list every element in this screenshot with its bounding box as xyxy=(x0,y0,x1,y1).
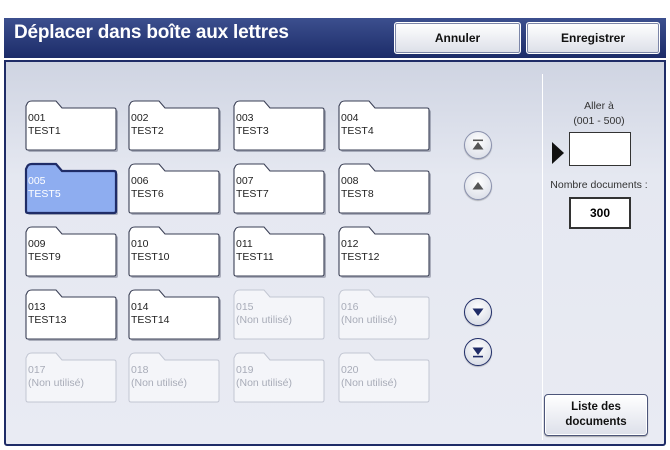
folder-number: 012 xyxy=(341,238,359,250)
folder-name: TEST7 xyxy=(236,188,269,200)
save-button[interactable]: Enregistrer xyxy=(526,22,660,54)
folder-019[interactable]: 019 (Non utilisé) xyxy=(230,350,328,404)
dialog-window: Déplacer dans boîte aux lettres Annuler … xyxy=(4,4,666,446)
folder-011[interactable]: 011 TEST11 xyxy=(230,224,328,278)
goto-label: Aller à xyxy=(584,100,614,112)
folder-017[interactable]: 017 (Non utilisé) xyxy=(22,350,120,404)
folder-name: TEST8 xyxy=(341,188,374,200)
folder-020[interactable]: 020 (Non utilisé) xyxy=(335,350,433,404)
folder-number: 009 xyxy=(28,238,46,250)
scroll-down-icon xyxy=(472,308,484,316)
folder-number: 013 xyxy=(28,301,46,313)
folder-001[interactable]: 001 TEST1 xyxy=(22,98,120,152)
scroll-to-bottom-button[interactable] xyxy=(464,338,492,366)
folder-015[interactable]: 015 (Non utilisé) xyxy=(230,287,328,341)
folder-013[interactable]: 013 TEST13 xyxy=(22,287,120,341)
folder-number: 005 xyxy=(28,175,46,187)
folder-002[interactable]: 002 TEST2 xyxy=(125,98,223,152)
goto-range: (001 - 500) xyxy=(573,115,625,127)
folder-number: 014 xyxy=(131,301,149,313)
side-panel xyxy=(542,74,665,440)
folder-number: 006 xyxy=(131,175,149,187)
folder-number: 007 xyxy=(236,175,254,187)
folder-number: 017 xyxy=(28,364,46,376)
folder-name: TEST12 xyxy=(341,251,380,263)
folder-number: 002 xyxy=(131,112,149,124)
folder-number: 018 xyxy=(131,364,149,376)
scroll-up-icon xyxy=(472,182,484,190)
folder-name: TEST2 xyxy=(131,125,164,137)
folder-number: 003 xyxy=(236,112,254,124)
folder-014[interactable]: 014 TEST14 xyxy=(125,287,223,341)
folder-name: TEST6 xyxy=(131,188,164,200)
goto-input[interactable] xyxy=(569,132,631,166)
folder-number: 008 xyxy=(341,175,359,187)
scroll-to-top-icon xyxy=(472,139,484,150)
folder-007[interactable]: 007 TEST7 xyxy=(230,161,328,215)
folder-name: (Non utilisé) xyxy=(341,314,398,326)
folder-012[interactable]: 012 TEST12 xyxy=(335,224,433,278)
folder-016[interactable]: 016 (Non utilisé) xyxy=(335,287,433,341)
folder-number: 010 xyxy=(131,238,149,250)
folder-010[interactable]: 010 TEST10 xyxy=(125,224,223,278)
page-title: Déplacer dans boîte aux lettres xyxy=(14,22,289,43)
folder-name: TEST11 xyxy=(236,251,274,263)
folder-name: (Non utilisé) xyxy=(28,377,85,389)
folder-name: (Non utilisé) xyxy=(236,377,293,389)
folder-number: 016 xyxy=(341,301,359,313)
folder-name: TEST10 xyxy=(131,251,170,263)
folder-number: 001 xyxy=(28,112,46,124)
folder-008[interactable]: 008 TEST8 xyxy=(335,161,433,215)
folder-number: 004 xyxy=(341,112,359,124)
folder-009[interactable]: 009 TEST9 xyxy=(22,224,120,278)
folder-name: (Non utilisé) xyxy=(341,377,398,389)
folder-number: 019 xyxy=(236,364,254,376)
scroll-up-button[interactable] xyxy=(464,172,492,200)
folder-name: TEST14 xyxy=(131,314,170,326)
folder-018[interactable]: 018 (Non utilisé) xyxy=(125,350,223,404)
doc-count-label: Nombre documents : xyxy=(550,179,648,191)
folder-number: 015 xyxy=(236,301,254,313)
folder-name: (Non utilisé) xyxy=(131,377,188,389)
scroll-to-bottom-icon xyxy=(472,347,484,358)
folder-name: (Non utilisé) xyxy=(236,314,293,326)
folder-006[interactable]: 006 TEST6 xyxy=(125,161,223,215)
scroll-to-top-button[interactable] xyxy=(464,131,492,159)
folder-number: 020 xyxy=(341,364,359,376)
folder-name: TEST1 xyxy=(28,125,61,137)
folder-name: TEST9 xyxy=(28,251,61,263)
folder-number: 011 xyxy=(236,238,253,250)
doc-count-value: 300 xyxy=(569,197,631,229)
cancel-button[interactable]: Annuler xyxy=(394,22,521,54)
folder-name: TEST13 xyxy=(28,314,67,326)
scroll-down-button[interactable] xyxy=(464,298,492,326)
folder-name: TEST4 xyxy=(341,125,374,137)
pointer-arrow-icon xyxy=(552,142,564,164)
folder-003[interactable]: 003 TEST3 xyxy=(230,98,328,152)
document-list-button[interactable]: Liste des documents xyxy=(544,394,648,436)
folder-005[interactable]: 005 TEST5 xyxy=(22,161,120,215)
folder-name: TEST3 xyxy=(236,125,269,137)
folder-004[interactable]: 004 TEST4 xyxy=(335,98,433,152)
folder-name: TEST5 xyxy=(28,188,61,200)
